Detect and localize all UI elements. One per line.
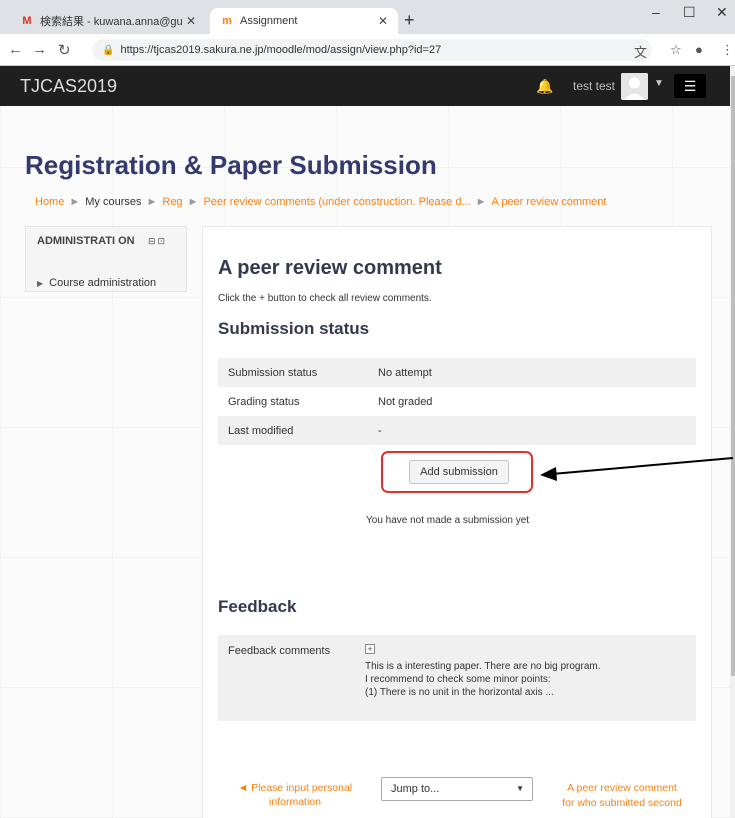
breadcrumb-home[interactable]: Home xyxy=(35,196,64,208)
close-icon[interactable]: ✕ xyxy=(186,14,196,28)
breadcrumb-separator-icon: ► xyxy=(187,196,199,208)
tab-assignment[interactable]: m Assignment ✕ xyxy=(210,8,398,34)
block-dock-icon[interactable]: ⊟⊡ xyxy=(148,236,167,247)
block-title: ADMINISTRATI ON xyxy=(37,235,135,247)
hamburger-menu-button[interactable]: ☰ xyxy=(674,74,706,98)
url-text: https://tjcas2019.sakura.ne.jp/moodle/mo… xyxy=(120,44,442,56)
scrollbar-thumb[interactable] xyxy=(731,76,735,676)
submission-status-table: Submission status No attempt Grading sta… xyxy=(218,358,696,445)
chevron-down-icon: ▼ xyxy=(516,784,524,793)
avatar[interactable] xyxy=(621,73,648,100)
annotation-highlight-box: Add submission xyxy=(381,451,533,493)
tab-title: Assignment xyxy=(240,15,298,27)
table-row: Grading status Not graded xyxy=(218,387,696,416)
lock-icon: 🔒 xyxy=(102,44,115,56)
breadcrumb-peer-review[interactable]: Peer review comments (under construction… xyxy=(203,196,470,208)
hamburger-icon: ☰ xyxy=(683,77,697,94)
url-field[interactable]: 🔒 https://tjcas2019.sakura.ne.jp/moodle/… xyxy=(92,39,652,61)
chevron-down-icon[interactable]: ▼ xyxy=(654,78,664,89)
menu-dots-icon[interactable]: ⋮ xyxy=(721,42,734,58)
row-label: Grading status xyxy=(228,395,300,408)
previous-activity-link[interactable]: ◄ Please input personal information xyxy=(222,781,368,809)
breadcrumb-separator-icon: ► xyxy=(146,196,158,208)
feedback-heading: Feedback xyxy=(218,597,297,616)
jump-to-select[interactable]: Jump to... ▼ xyxy=(381,777,533,801)
expand-plus-icon[interactable]: + xyxy=(365,644,375,654)
expand-triangle-icon: ▶ xyxy=(37,279,44,288)
table-row: Last modified - xyxy=(218,416,696,445)
next-activity-link[interactable]: A peer review comment for who submitted … xyxy=(548,781,696,811)
gmail-icon: M xyxy=(22,15,32,27)
table-row: Submission status No attempt xyxy=(218,358,696,387)
feedback-line: This is a interesting paper. There are n… xyxy=(365,661,601,672)
notification-bell-icon[interactable]: 🔔 xyxy=(536,78,553,95)
administration-block: ADMINISTRATI ON ⊟⊡ ▶ Course administratio… xyxy=(25,226,187,292)
feedback-label: Feedback comments xyxy=(228,645,331,657)
row-label: Submission status xyxy=(228,366,318,379)
assignment-intro: Click the + button to check all review c… xyxy=(218,293,432,304)
next-link-line: A peer review comment xyxy=(567,782,677,794)
close-icon[interactable]: ✕ xyxy=(378,14,388,28)
new-tab-icon[interactable]: + xyxy=(404,10,415,31)
forward-icon[interactable]: → xyxy=(32,41,47,58)
user-name[interactable]: test test xyxy=(573,79,615,93)
breadcrumb-my-courses: My courses xyxy=(85,196,142,208)
prev-link-line: ◄ Please input personal xyxy=(237,782,353,794)
next-link-line: for who submitted second xyxy=(562,797,682,809)
address-bar: ← → ↻ 🔒 https://tjcas2019.sakura.ne.jp/m… xyxy=(0,34,735,66)
prev-link-line: information xyxy=(269,796,321,808)
row-value: - xyxy=(378,424,382,437)
add-submission-button[interactable]: Add submission xyxy=(409,460,509,484)
main-region: A peer review comment Click the + button… xyxy=(202,226,712,818)
window-close-icon[interactable]: ✕ xyxy=(716,4,728,21)
jump-to-value: Jump to... xyxy=(391,783,440,795)
feedback-line: (1) There is no unit in the horizontal a… xyxy=(365,687,554,698)
profile-icon[interactable]: ● xyxy=(695,42,703,57)
course-administration-label: Course administration xyxy=(49,277,157,289)
breadcrumb-separator-icon: ► xyxy=(69,196,81,208)
tab-gmail[interactable]: M 検索結果 - kuwana.anna@gunma ✕ xyxy=(10,8,206,34)
no-submission-note: You have not made a submission yet xyxy=(366,515,530,526)
submission-status-heading: Submission status xyxy=(218,319,370,338)
feedback-line: I recommend to check some minor points: xyxy=(365,674,551,685)
course-administration-item[interactable]: ▶ Course administration xyxy=(37,277,156,289)
feedback-table: Feedback comments + This is a interestin… xyxy=(218,635,696,721)
browser-tabstrip: M 検索結果 - kuwana.anna@gunma ✕ m Assignmen… xyxy=(0,0,735,34)
minimize-icon[interactable]: – xyxy=(652,4,660,20)
maximize-icon[interactable]: ☐ xyxy=(683,4,696,21)
assignment-title: A peer review comment xyxy=(218,257,442,279)
row-value: Not graded xyxy=(378,395,433,408)
bookmark-star-icon[interactable]: ☆ xyxy=(670,42,682,58)
breadcrumb-reg[interactable]: Reg xyxy=(162,196,182,208)
back-icon[interactable]: ← xyxy=(8,41,23,58)
feedback-comment-text: This is a interesting paper. There are n… xyxy=(365,660,601,699)
breadcrumb-current[interactable]: A peer review comment xyxy=(492,196,607,208)
tab-title: 検索結果 - kuwana.anna@gunma xyxy=(40,16,182,28)
user-silhouette-icon xyxy=(621,73,648,100)
row-value: No attempt xyxy=(378,366,432,379)
breadcrumb: Home ► My courses ► Reg ► Peer review comments… xyxy=(35,196,606,208)
site-brand[interactable]: TJCAS2019 xyxy=(20,76,117,97)
breadcrumb-separator-icon: ► xyxy=(475,196,487,208)
translate-icon[interactable]: 文 xyxy=(634,42,647,61)
reload-icon[interactable]: ↻ xyxy=(58,41,71,59)
row-label: Last modified xyxy=(228,424,294,437)
moodle-icon: m xyxy=(222,15,232,27)
page-title: Registration & Paper Submission xyxy=(25,150,437,180)
site-navbar: TJCAS2019 🔔 test test ▼ ☰ xyxy=(0,66,730,106)
page-content: TJCAS2019 🔔 test test ▼ ☰ Registration &… xyxy=(0,66,735,818)
